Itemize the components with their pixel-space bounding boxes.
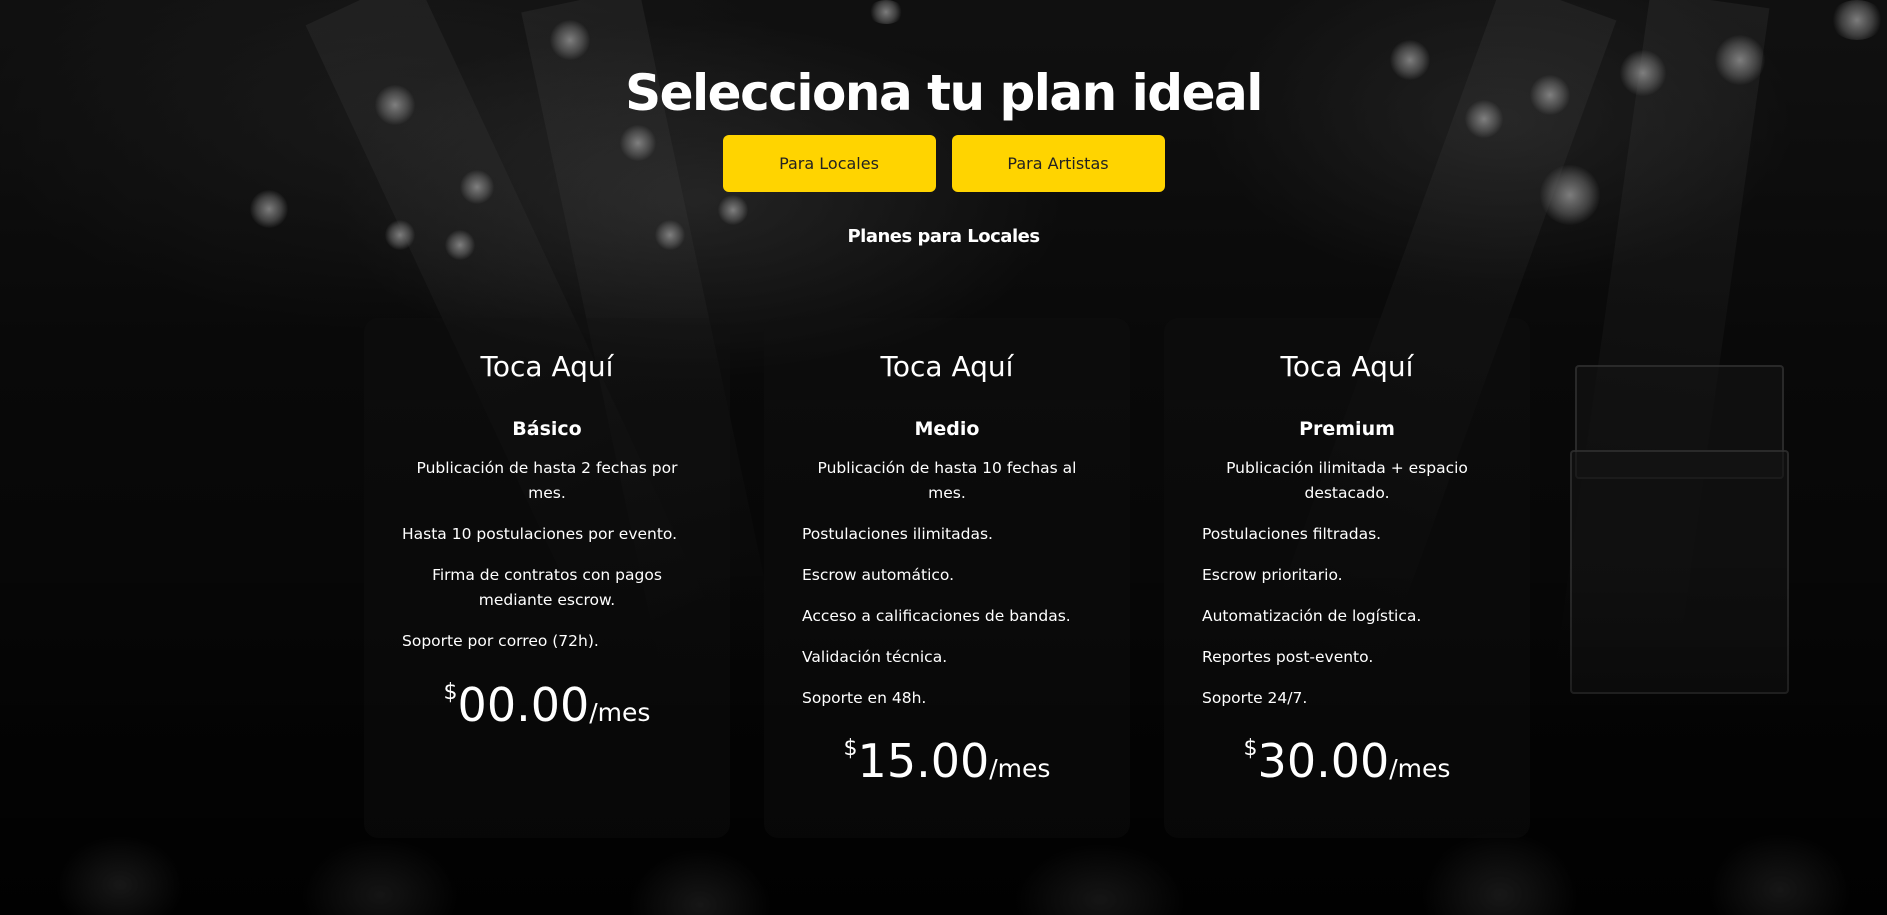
- plans-grid: Toca Aquí Básico Publicación de hasta 2 …: [364, 318, 1530, 838]
- plan-price: $00.00/mes: [364, 678, 730, 732]
- plan-feature-list: Publicación ilimitada + espacio destacad…: [1202, 456, 1492, 727]
- price-amount: 15.00: [857, 734, 990, 788]
- plan-feature: Hasta 10 postulaciones por evento.: [402, 525, 678, 543]
- plan-feature: Validación técnica.: [802, 648, 948, 666]
- plan-feature: Soporte por correo (72h).: [402, 632, 599, 650]
- plan-feature: Soporte 24/7.: [1202, 689, 1308, 707]
- plan-feature: Firma de contratos con pagos mediante es…: [432, 566, 662, 609]
- plan-tier-name: Medio: [914, 418, 980, 440]
- plan-tier-name: Básico: [512, 418, 582, 440]
- artists-tab-button[interactable]: Para Artistas: [951, 135, 1165, 192]
- plan-feature: Acceso a calificaciones de bandas.: [802, 607, 1071, 625]
- plan-feature: Publicación de hasta 10 fechas al mes.: [817, 459, 1077, 502]
- plan-feature-list: Publicación de hasta 10 fechas al mes. P…: [802, 456, 1092, 727]
- plan-feature: Soporte en 48h.: [802, 689, 927, 707]
- price-period: /mes: [589, 698, 651, 727]
- price-period: /mes: [989, 754, 1051, 783]
- page-title: Selecciona tu plan ideal: [625, 64, 1263, 122]
- plan-feature: Publicación de hasta 2 fechas por mes.: [416, 459, 678, 502]
- plan-brand-name: Toca Aquí: [480, 350, 614, 383]
- plan-price: $30.00/mes: [1164, 734, 1530, 788]
- plan-card-medio: Toca Aquí Medio Publicación de hasta 10 …: [764, 318, 1130, 838]
- price-currency: $: [1243, 736, 1258, 761]
- venues-tab-button[interactable]: Para Locales: [722, 135, 936, 192]
- section-subtitle: Planes para Locales: [847, 226, 1040, 247]
- pricing-page: Selecciona tu plan ideal Para Locales Pa…: [0, 0, 1887, 915]
- price-currency: $: [843, 736, 858, 761]
- price-amount: 30.00: [1257, 734, 1390, 788]
- plan-feature: Postulaciones ilimitadas.: [802, 525, 993, 543]
- price-amount: 00.00: [457, 678, 590, 732]
- plan-feature: Escrow prioritario.: [1202, 566, 1343, 584]
- price-currency: $: [443, 680, 458, 705]
- plan-brand-name: Toca Aquí: [1280, 350, 1414, 383]
- pricing-section: Selecciona tu plan ideal Para Locales Pa…: [0, 0, 1887, 915]
- plan-card-premium: Toca Aquí Premium Publicación ilimitada …: [1164, 318, 1530, 838]
- plan-price: $15.00/mes: [764, 734, 1130, 788]
- plan-feature: Reportes post-evento.: [1202, 648, 1374, 666]
- plan-feature: Escrow automático.: [802, 566, 955, 584]
- plan-feature-list: Publicación de hasta 2 fechas por mes. H…: [402, 456, 692, 670]
- plan-brand-name: Toca Aquí: [880, 350, 1014, 383]
- plan-tier-name: Premium: [1299, 418, 1395, 440]
- plan-card-basico: Toca Aquí Básico Publicación de hasta 2 …: [364, 318, 730, 838]
- plan-feature: Automatización de logística.: [1202, 607, 1422, 625]
- plan-feature: Publicación ilimitada + espacio destacad…: [1226, 459, 1468, 502]
- price-period: /mes: [1389, 754, 1451, 783]
- plan-feature: Postulaciones filtradas.: [1202, 525, 1382, 543]
- plan-type-toggle: Para Locales Para Artistas: [0, 135, 1887, 192]
